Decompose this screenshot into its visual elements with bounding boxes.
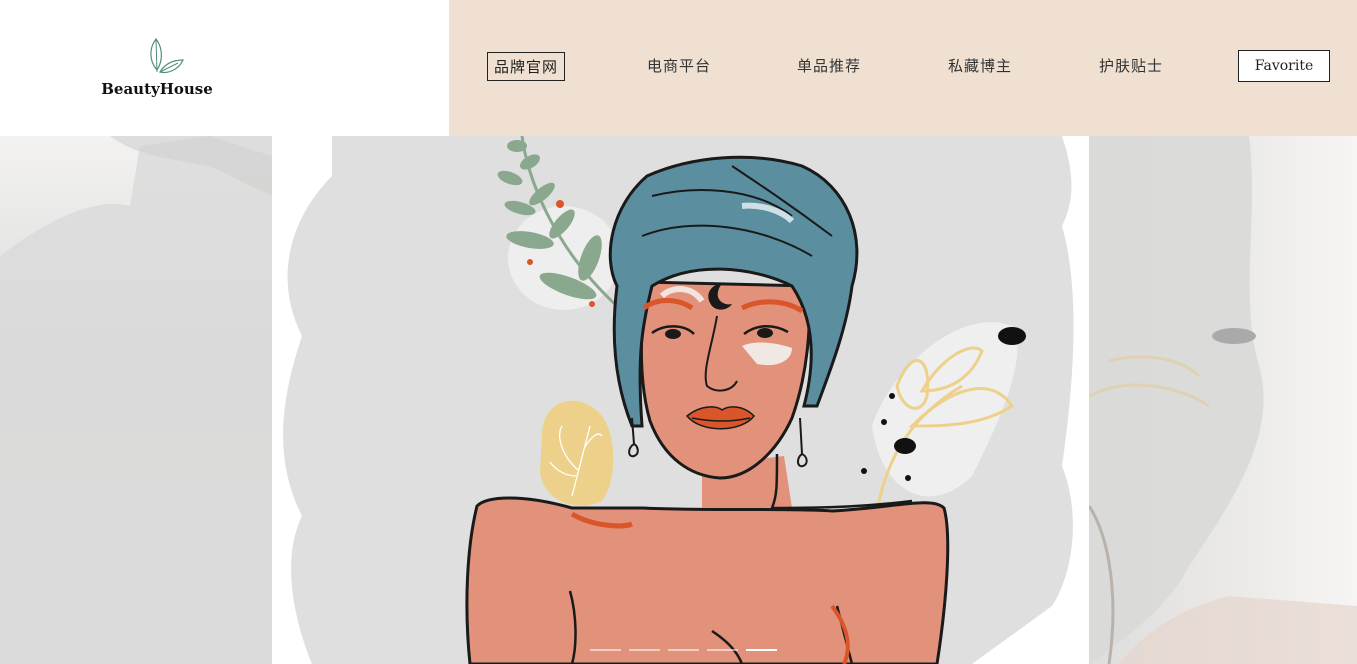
prev-slide-art [0,136,272,664]
nav-item-skincare-tips[interactable]: 护肤贴士 [1099,55,1163,76]
carousel-dot-active[interactable] [746,649,777,651]
main-nav: 品牌官网 电商平台 单品推荐 私藏博主 护肤贴士 Favorite [449,0,1357,136]
logo[interactable]: BeautyHouse [0,0,449,136]
nav-item-ecommerce[interactable]: 电商平台 [647,55,711,76]
leaf-icon [150,38,184,74]
favorite-button[interactable]: Favorite [1238,50,1330,82]
carousel-indicators [590,649,777,651]
prev-slide-preview[interactable] [0,136,272,664]
nav-item-product-picks[interactable]: 单品推荐 [797,55,861,76]
header: BeautyHouse 品牌官网 电商平台 单品推荐 私藏博主 护肤贴士 Fav… [0,0,1357,136]
carousel-dot[interactable] [629,649,660,651]
nav-item-brand-site[interactable]: 品牌官网 [487,52,566,81]
next-slide-art [1087,136,1357,664]
carousel-dot[interactable] [707,649,738,651]
nav-item-bloggers[interactable]: 私藏博主 [948,55,1012,76]
next-slide-preview[interactable] [1087,136,1357,664]
slide-illustration [272,136,1089,664]
brand-name: BeautyHouse [101,80,213,98]
hero-carousel[interactable] [0,136,1357,664]
woman-illustration [283,136,1074,664]
carousel-dot[interactable] [668,649,699,651]
carousel-dot[interactable] [590,649,621,651]
